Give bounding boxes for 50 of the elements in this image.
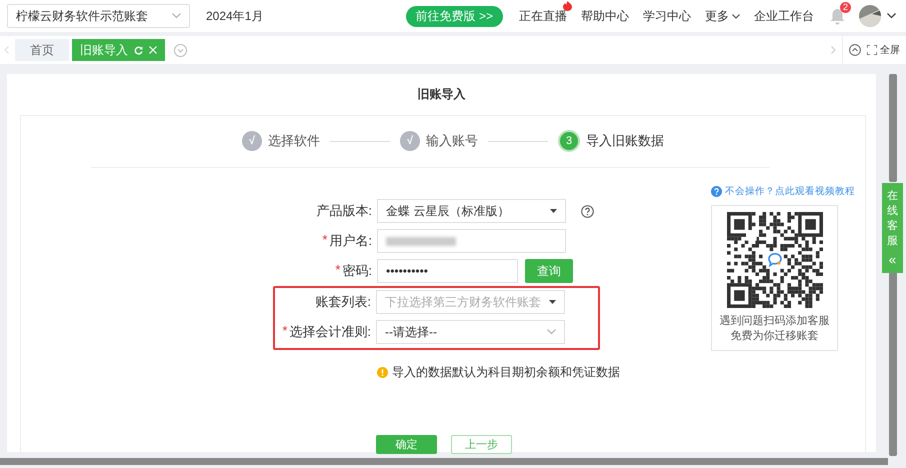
- password-field[interactable]: ••••••••••: [377, 259, 518, 283]
- chevron-down-icon: [172, 13, 181, 19]
- nav-link[interactable]: 帮助中心: [581, 8, 629, 24]
- hint-text: 导入的数据默认为科目期初余额和凭证数据: [392, 364, 620, 381]
- horizontal-scrollbar[interactable]: [0, 458, 888, 465]
- step-label: 输入账号: [426, 132, 478, 150]
- input-field[interactable]: [377, 229, 566, 253]
- chevron-down-icon: [732, 14, 740, 18]
- tab[interactable]: 首页: [15, 39, 69, 61]
- chevron-circle-icon[interactable]: [849, 44, 861, 56]
- bell-icon[interactable]: [830, 8, 845, 24]
- nav-link[interactable]: 正在直播: [519, 8, 567, 24]
- vertical-scrollbar[interactable]: [889, 74, 897, 182]
- chevron-down-icon: [547, 329, 556, 335]
- nav-link[interactable]: 学习中心: [643, 8, 691, 24]
- qr-caption: 免费为你迁移账套: [730, 329, 818, 344]
- step-marker: 3: [558, 130, 580, 152]
- select-field[interactable]: --请选择--: [376, 320, 565, 344]
- field-label: *用户名:: [321, 232, 372, 250]
- help-icon: [711, 186, 722, 197]
- close-icon[interactable]: [149, 46, 157, 54]
- help-icon[interactable]: [581, 204, 594, 218]
- caret-down-icon: [549, 300, 556, 304]
- fullscreen-button[interactable]: 全屏: [867, 43, 900, 57]
- period-label: 2024年1月: [206, 8, 264, 24]
- scroll-right-icon[interactable]: [831, 46, 836, 54]
- vertical-scrollbar[interactable]: [889, 272, 897, 456]
- step-label: 导入旧账数据: [586, 132, 664, 150]
- step-marker: √: [242, 131, 262, 151]
- avatar[interactable]: [859, 5, 881, 27]
- account-selector[interactable]: 柠檬云财务软件示范账套: [7, 4, 190, 28]
- field-label: *选择会计准则:: [281, 323, 371, 341]
- refresh-icon[interactable]: [134, 46, 143, 54]
- dropdown-field[interactable]: 金蝶 云星辰（标准版）: [377, 199, 566, 223]
- step-marker: √: [400, 131, 420, 151]
- field-label: 产品版本:: [315, 202, 372, 220]
- caret-down-icon: [550, 209, 557, 213]
- chevron-down-icon[interactable]: [887, 13, 896, 19]
- field-label: *密码:: [334, 262, 372, 280]
- hot-badge-icon: [562, 0, 573, 10]
- scroll-left-icon[interactable]: [4, 46, 9, 54]
- nav-link[interactable]: 更多: [705, 8, 740, 24]
- nav-link[interactable]: 企业工作台: [754, 8, 814, 24]
- notification-count: 2: [840, 2, 851, 12]
- info-icon: [377, 367, 388, 378]
- qr-caption: 遇到问题扫码添加客服: [720, 314, 830, 329]
- field-label: 账套列表:: [314, 293, 371, 311]
- fullscreen-icon: [867, 45, 877, 55]
- page-title: 旧账导入: [418, 86, 466, 103]
- step-label: 选择软件: [268, 132, 320, 150]
